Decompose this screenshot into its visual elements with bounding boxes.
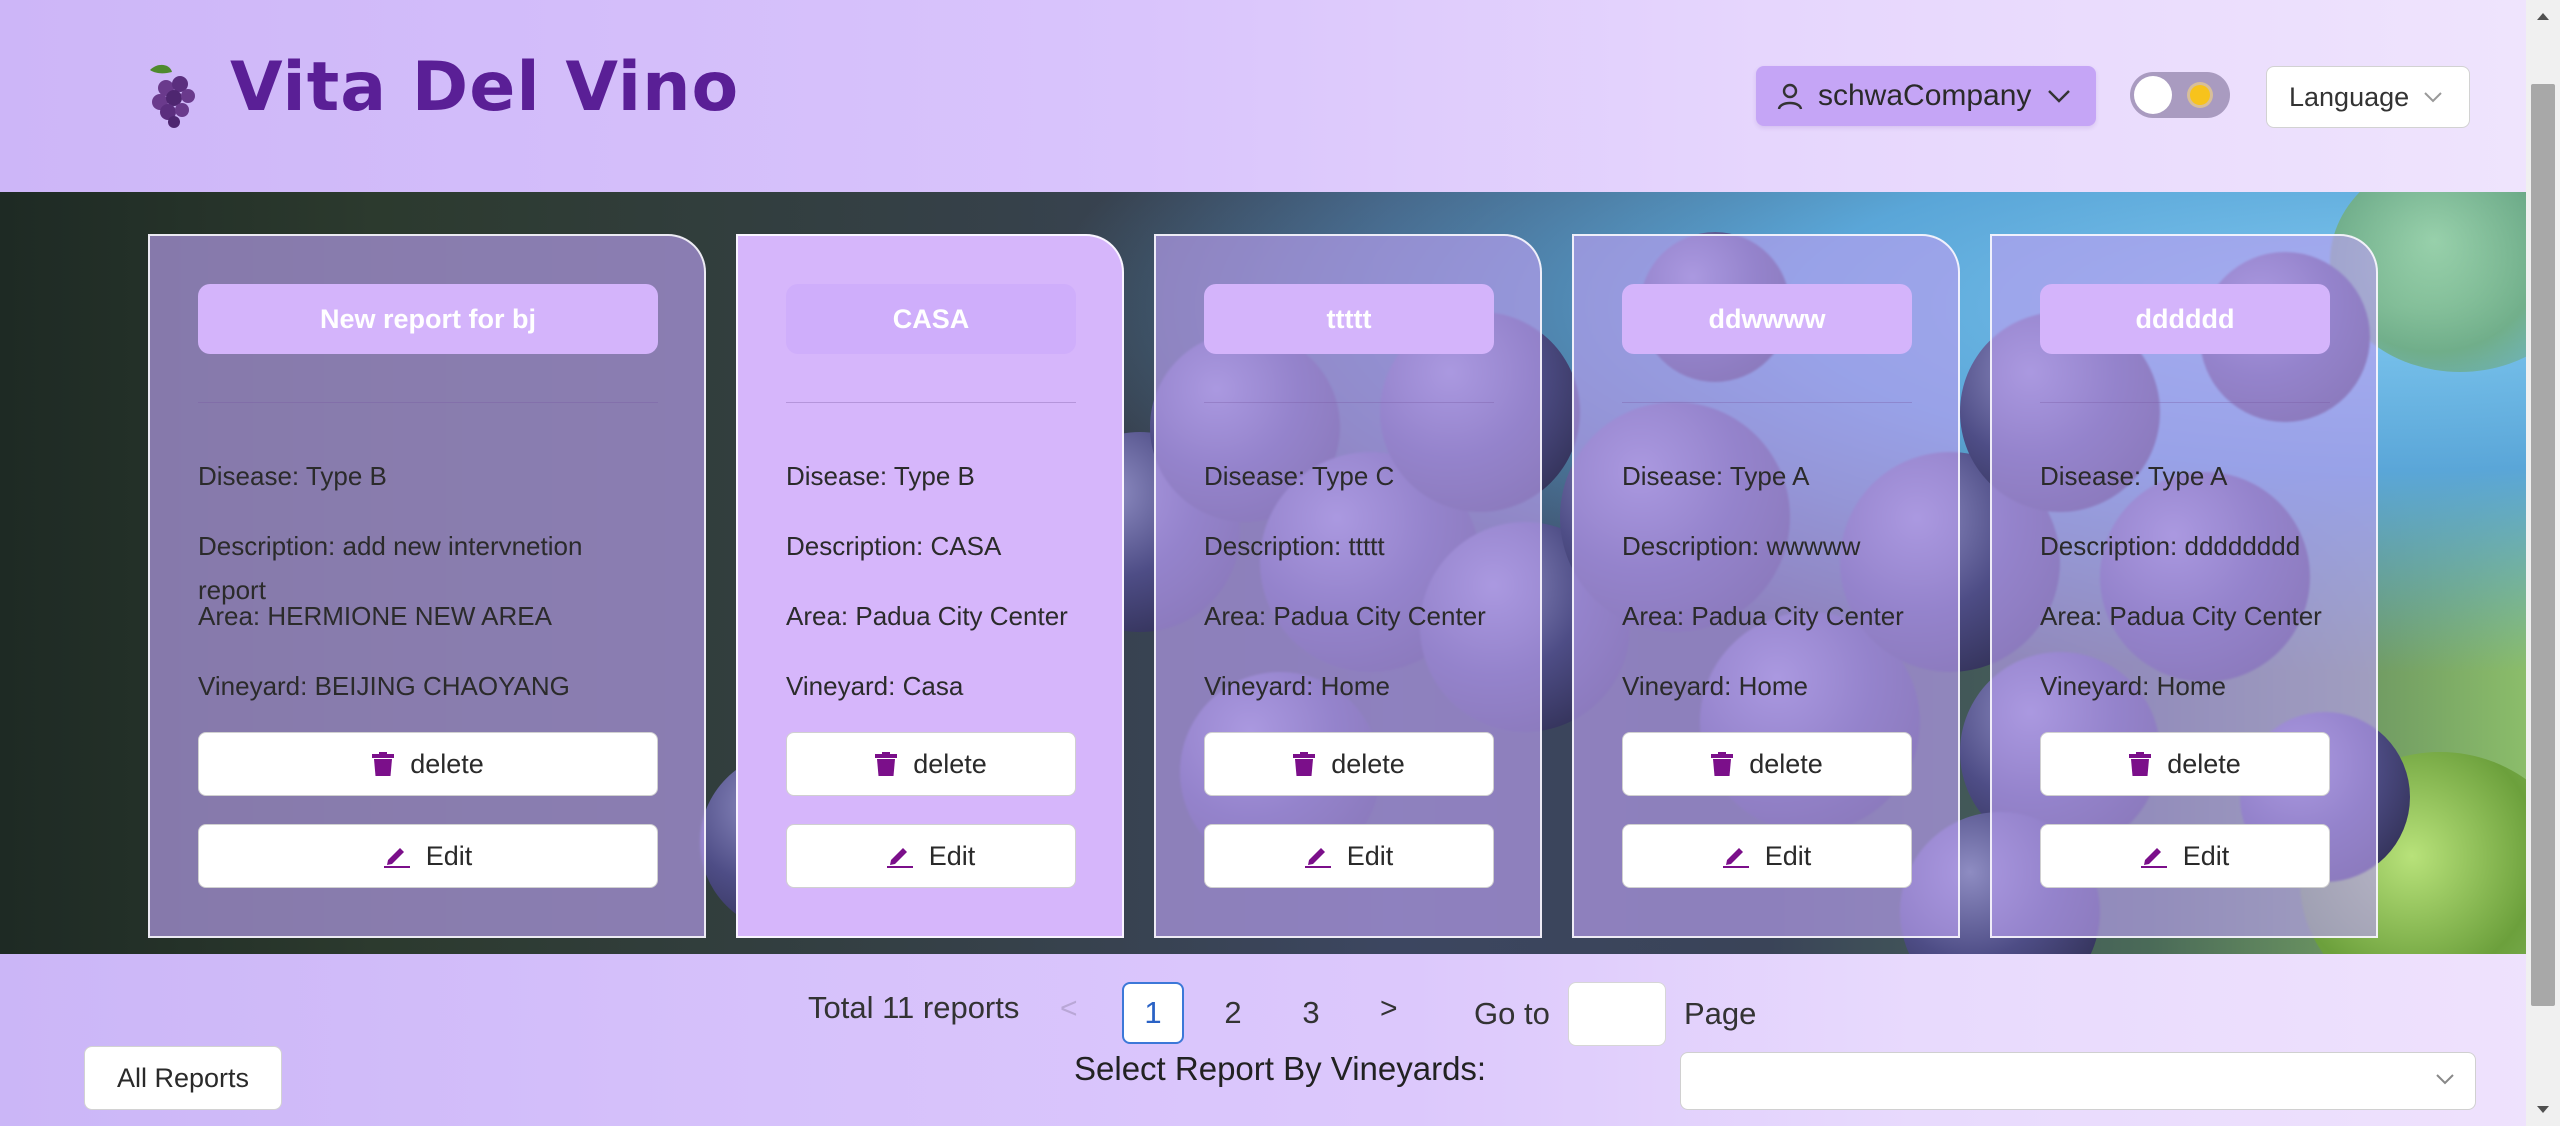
edit-label: Edit [1346, 840, 1394, 871]
sun-icon [2190, 85, 2210, 105]
report-card: ttttt Disease: Type C Description: ttttt… [1154, 234, 1542, 938]
card-area: Area: Padua City Center [1204, 601, 1486, 631]
card-title: New report for bj [198, 284, 658, 354]
trash-icon [2129, 752, 2152, 776]
delete-label: delete [913, 748, 987, 779]
pencil-icon [1722, 848, 1749, 868]
card-title: CASA [786, 284, 1076, 354]
user-menu-button[interactable]: schwaCompany [1756, 66, 2096, 126]
trash-icon [1711, 752, 1734, 776]
pencil-icon [2140, 848, 2167, 868]
card-vineyard: Vineyard: Home [1204, 671, 1390, 701]
page-3-button[interactable]: 3 [1280, 982, 1342, 1044]
card-description: Description: wwwww [1622, 531, 1861, 561]
prev-page-button[interactable]: < [1060, 992, 1078, 1026]
card-title: ddwwww [1622, 284, 1912, 354]
delete-button[interactable]: delete [1622, 732, 1912, 796]
card-area: Area: HERMIONE NEW AREA [198, 601, 552, 631]
pencil-icon [383, 848, 410, 868]
delete-label: delete [1331, 748, 1405, 779]
delete-button[interactable]: delete [2040, 732, 2330, 796]
scroll-down-arrow-icon[interactable] [2526, 1092, 2560, 1126]
pencil-icon [1304, 848, 1331, 868]
card-disease: Disease: Type B [198, 461, 387, 491]
report-card: dddddd Disease: Type A Description: dddd… [1990, 234, 2378, 938]
report-card: ddwwww Disease: Type A Description: wwww… [1572, 234, 1960, 938]
card-description: Description: ttttt [1204, 531, 1385, 561]
card-divider [1204, 402, 1494, 403]
scrollbar-thumb[interactable] [2531, 84, 2555, 1006]
delete-button[interactable]: delete [786, 732, 1076, 796]
delete-label: delete [1749, 748, 1823, 779]
toggle-knob [2134, 76, 2172, 114]
total-reports: Total 11 reports [808, 990, 1020, 1025]
edit-button[interactable]: Edit [1622, 824, 1912, 888]
language-select[interactable]: Language [2266, 66, 2470, 128]
grape-icon [150, 64, 195, 128]
language-label: Language [2289, 81, 2410, 112]
card-disease: Disease: Type A [1622, 461, 1810, 491]
theme-toggle[interactable] [2130, 72, 2230, 118]
chevron-down-icon [2424, 92, 2442, 103]
card-disease: Disease: Type A [2040, 461, 2228, 491]
all-reports-button[interactable]: All Reports [84, 1046, 282, 1110]
user-name: schwaCompany [1818, 79, 2032, 112]
card-description: Description: dddddddd [2040, 531, 2301, 561]
card-vineyard: Vineyard: BEIJING CHAOYANG [198, 671, 570, 701]
goto-label: Go to [1474, 996, 1550, 1031]
card-disease: Disease: Type C [1204, 461, 1395, 491]
user-icon [1777, 83, 1803, 110]
pencil-icon [886, 848, 913, 868]
card-area: Area: Padua City Center [2040, 601, 2322, 631]
card-title: dddddd [2040, 284, 2330, 354]
card-disease: Disease: Type B [786, 461, 975, 491]
delete-label: delete [2167, 748, 2241, 779]
brand-title: Vita Del Vino [230, 48, 740, 127]
card-vineyard: Vineyard: Home [2040, 671, 2226, 701]
app-header: Vita Del Vino schwaCompany Language [0, 0, 2526, 192]
page-1-button[interactable]: 1 [1122, 982, 1184, 1044]
card-divider [2040, 402, 2330, 403]
chevron-down-icon [2048, 90, 2071, 103]
edit-label: Edit [928, 840, 976, 871]
edit-label: Edit [1764, 840, 1812, 871]
edit-label: Edit [2182, 840, 2230, 871]
vertical-scrollbar[interactable] [2526, 0, 2560, 1126]
page-2-button[interactable]: 2 [1202, 982, 1264, 1044]
scroll-up-arrow-icon[interactable] [2526, 0, 2560, 34]
trash-icon [372, 752, 395, 776]
chevron-down-icon [2436, 1074, 2454, 1085]
edit-button[interactable]: Edit [2040, 824, 2330, 888]
delete-label: delete [410, 748, 484, 779]
vineyard-select-label: Select Report By Vineyards: [1074, 1050, 1487, 1087]
edit-label: Edit [425, 840, 473, 871]
trash-icon [875, 752, 898, 776]
vineyard-select[interactable] [1680, 1052, 2476, 1110]
delete-button[interactable]: delete [198, 732, 658, 796]
card-area: Area: Padua City Center [786, 601, 1068, 631]
delete-button[interactable]: delete [1204, 732, 1494, 796]
card-divider [1622, 402, 1912, 403]
card-divider [198, 402, 658, 403]
trash-icon [1293, 752, 1316, 776]
next-page-button[interactable]: > [1380, 992, 1398, 1026]
card-vineyard: Vineyard: Home [1622, 671, 1808, 701]
card-divider [786, 402, 1076, 403]
page-label: Page [1684, 996, 1757, 1031]
card-vineyard: Vineyard: Casa [786, 671, 964, 701]
card-area: Area: Padua City Center [1622, 601, 1904, 631]
report-card: CASA Disease: Type B Description: CASA A… [736, 234, 1124, 938]
report-card: New report for bj Disease: Type B Descri… [148, 234, 706, 938]
edit-button[interactable]: Edit [786, 824, 1076, 888]
card-description: Description: CASA [786, 531, 1002, 561]
card-title: ttttt [1204, 284, 1494, 354]
edit-button[interactable]: Edit [198, 824, 658, 888]
goto-page-input[interactable] [1568, 982, 1666, 1046]
edit-button[interactable]: Edit [1204, 824, 1494, 888]
